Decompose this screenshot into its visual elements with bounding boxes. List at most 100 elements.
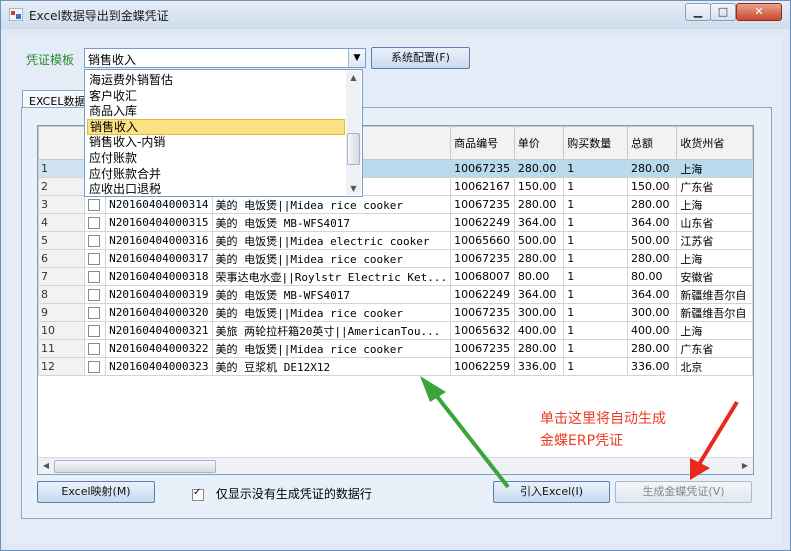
table-row[interactable]: 3 N20160404000314 美的 电饭煲||Midea rice cooke… [38,195,753,214]
row-checkbox[interactable] [87,343,100,355]
table-row[interactable]: 8 N20160404000319 美的 电饭煲 MB-WFS4017 1006224… [38,285,753,304]
template-option[interactable]: 应收出口退税 [87,181,347,196]
title-bar[interactable]: Excel数据导出到金蝶凭证 ▁ □ ✕ [1,1,790,29]
cell-province: 上海 [676,321,753,340]
table-row[interactable]: 5 N20160404000316 美的 电饭煲||Midea electric c… [38,231,753,250]
maximize-button[interactable]: □ [710,3,736,21]
row-checkbox-cell[interactable] [83,321,107,340]
table-row[interactable]: 7 N20160404000318 荣事达电水壶||Roylstr Electric… [38,267,753,286]
row-checkbox-cell[interactable] [83,195,107,214]
row-checkbox-cell[interactable] [83,285,107,304]
column-header[interactable]: 购买数量 [563,126,629,160]
row-checkbox[interactable] [87,361,100,373]
row-number[interactable]: 1 [38,159,85,178]
row-checkbox[interactable] [87,289,100,301]
row-checkbox-cell[interactable] [83,213,107,232]
template-option[interactable]: 客户收汇 [87,88,347,104]
row-checkbox-cell[interactable] [83,267,107,286]
row-number[interactable]: 4 [38,213,85,232]
row-checkbox-cell[interactable] [83,231,107,250]
column-header[interactable]: 总额 [627,126,678,160]
template-option[interactable]: 销售收入-内销 [87,134,347,150]
row-number[interactable]: 3 [38,195,85,214]
table-row[interactable]: 11 N20160404000322 美的 电饭煲||Midea rice cook… [38,339,753,358]
cell-sku: 10062249 [450,285,515,304]
row-number[interactable]: 9 [38,303,85,322]
cell-order: N20160404000323 [105,357,213,376]
row-checkbox[interactable] [87,271,100,283]
chevron-down-icon[interactable]: ▼ [348,49,365,67]
cell-sku: 10062167 [450,177,515,196]
row-checkbox-cell[interactable] [83,357,107,376]
row-checkbox-cell[interactable] [83,339,107,358]
template-combobox[interactable]: 销售收入 ▼ [84,48,366,68]
row-checkbox[interactable] [87,253,100,265]
template-label: 凭证模板 [26,53,75,67]
row-number[interactable]: 5 [38,231,85,250]
row-checkbox[interactable] [87,307,100,319]
column-header[interactable] [38,126,85,160]
cell-price: 280.00 [513,249,565,268]
row-number[interactable]: 11 [38,339,85,358]
cell-total: 500.00 [627,231,678,250]
row-checkbox-cell[interactable] [83,303,107,322]
template-option[interactable]: 应付账款 [87,150,347,166]
scroll-up-icon[interactable]: ▲ [346,71,361,84]
row-checkbox[interactable] [87,217,100,229]
generate-voucher-button[interactable]: 生成金蝶凭证(V) [615,481,752,503]
cell-qty: 1 [563,267,629,286]
row-checkbox[interactable] [87,325,100,337]
column-header[interactable]: 商品编号 [450,126,515,160]
cell-price: 80.00 [513,267,565,286]
cell-price: 300.00 [513,303,565,322]
cell-qty: 1 [563,195,629,214]
horizontal-scrollbar[interactable]: ◀ ▶ [38,457,753,474]
row-number[interactable]: 10 [38,321,85,340]
cell-price: 400.00 [513,321,565,340]
tab-excel-data[interactable]: EXCEL数据 [22,90,92,108]
filter-checkbox[interactable]: ✓ [192,487,204,501]
cell-product: 美旅 两轮拉杆箱20英寸||AmericanTou... [211,321,452,340]
cell-price: 500.00 [513,231,565,250]
filter-checkbox-row[interactable]: ✓ 仅显示没有生成凭证的数据行 [192,485,372,502]
cell-qty: 1 [563,249,629,268]
row-checkbox-cell[interactable] [83,249,107,268]
close-button[interactable]: ✕ [736,3,782,21]
table-row[interactable]: 12 N20160404000323 美的 豆浆机 DE12X12 10062259 3… [38,357,753,376]
table-row[interactable]: 4 N20160404000315 美的 电饭煲 MB-WFS4017 1006224… [38,213,753,232]
import-excel-button[interactable]: 引入Excel(I) [493,481,610,503]
row-number[interactable]: 12 [38,357,85,376]
column-header[interactable]: 单价 [513,126,565,160]
scroll-down-icon[interactable]: ▼ [346,182,361,195]
template-dropdown-list[interactable]: 海运费外销暂估 客户收汇 商品入库 销售收入 销售收入-内销 应付账款 应付账款合并 应收出口… [84,69,363,197]
row-checkbox[interactable] [87,235,100,247]
template-option[interactable]: 销售收入 [87,118,345,135]
template-option[interactable]: 商品入库 [87,103,347,119]
cell-sku: 10067235 [450,159,515,178]
minimize-button[interactable]: ▁ [685,3,711,21]
excel-mapping-button[interactable]: Excel映射(M) [37,481,155,503]
table-row[interactable]: 6 N20160404000317 美的 电饭煲||Midea rice cooke… [38,249,753,268]
template-option[interactable]: 应付账款合并 [87,166,347,182]
column-header[interactable]: 收货州省 [676,126,753,160]
scroll-left-icon[interactable]: ◀ [40,460,52,472]
dropdown-scroll-thumb[interactable] [347,133,360,165]
cell-total: 364.00 [627,213,678,232]
cell-sku: 10062259 [450,357,515,376]
row-number[interactable]: 8 [38,285,85,304]
cell-order: N20160404000315 [105,213,213,232]
cell-province: 上海 [676,195,753,214]
scroll-thumb[interactable] [54,460,216,473]
row-number[interactable]: 6 [38,249,85,268]
dropdown-scrollbar[interactable]: ▲ ▼ [346,71,361,195]
system-config-button[interactable]: 系统配置(F) [371,47,470,69]
table-row[interactable]: 10 N20160404000321 美旅 两轮拉杆箱20英寸||AmericanT… [38,321,753,340]
scroll-right-icon[interactable]: ▶ [739,460,751,472]
template-selected-value: 销售收入 [88,53,137,67]
row-number[interactable]: 2 [38,177,85,196]
table-row[interactable]: 9 N20160404000320 美的 电饭煲||Midea rice cooke… [38,303,753,322]
template-option[interactable]: 海运费外销暂估 [87,72,347,88]
row-number[interactable]: 7 [38,267,85,286]
cell-sku: 10067235 [450,249,515,268]
row-checkbox[interactable] [87,199,100,211]
